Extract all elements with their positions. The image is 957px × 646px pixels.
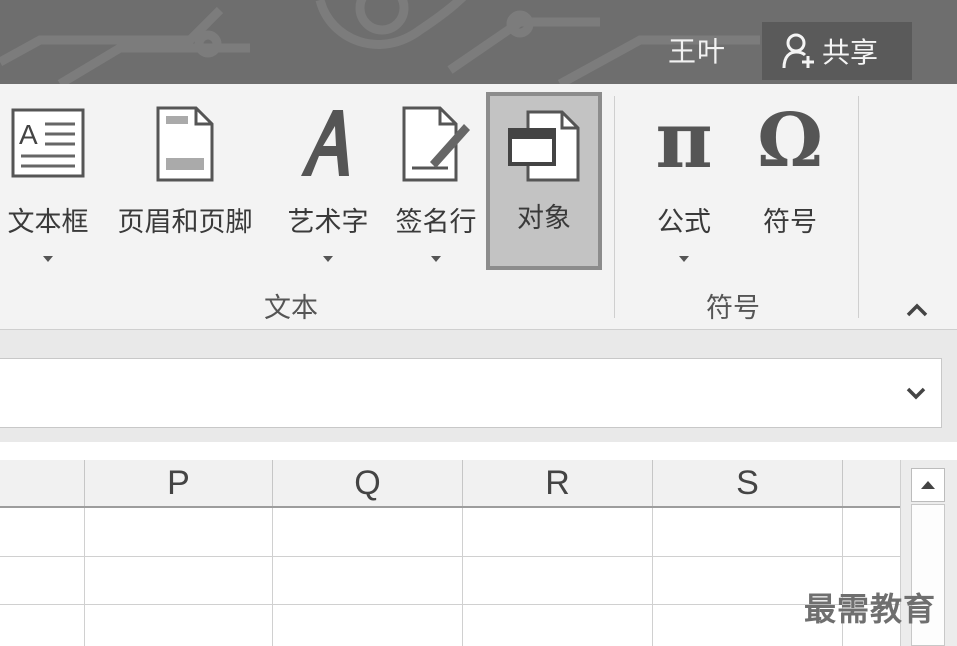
user-name[interactable]: 王叶 [668,30,726,70]
wordart-button[interactable]: 艺术字 [276,94,380,274]
scroll-up-button[interactable] [911,468,945,502]
signature-line-label: 签名行 [395,207,477,238]
column-headers: O P Q R S [0,460,900,508]
share-button[interactable]: 共享 [762,22,912,80]
formula-bar-area [0,330,957,442]
omega-icon: Ω [757,98,823,184]
column-header-o[interactable]: O [0,460,84,506]
textbox-button[interactable]: A 文本框 [0,94,96,274]
insert-ribbon: A 文本框 页眉和页脚 艺术字 签名行 对象 文本 π 公式 Ω 符号 符号 [0,84,957,330]
wordart-dropdown-arrow [323,256,333,262]
column-header-q[interactable]: Q [272,460,462,506]
equation-label: 公式 [657,207,711,238]
object-label: 对象 [517,203,571,234]
header-footer-button[interactable]: 页眉和页脚 [104,94,266,274]
formula-input[interactable] [0,358,942,428]
textbox-label: 文本框 [7,207,89,238]
add-person-icon [782,33,814,69]
signature-line-dropdown-arrow [431,256,441,262]
pi-icon: π [655,95,713,186]
object-button[interactable]: 对象 [486,92,602,270]
svg-text:A: A [19,119,38,150]
column-header-next[interactable] [842,460,900,506]
equation-button[interactable]: π 公式 [636,94,732,274]
object-icon [508,110,580,182]
wordart-icon [301,110,349,176]
group-separator [858,96,859,318]
column-header-p[interactable]: P [84,460,272,506]
chevron-up-icon[interactable] [902,296,932,324]
text-group-label: 文本 [264,293,318,324]
header-footer-label: 页眉和页脚 [117,207,253,238]
symbol-label: 符号 [763,207,817,238]
symbols-group-label: 符号 [706,293,760,324]
title-bar: 王叶 共享 [0,0,957,84]
column-header-s[interactable]: S [652,460,842,506]
signature-line-button[interactable]: 签名行 [386,94,486,274]
textbox-dropdown-arrow [43,256,53,262]
header-footer-icon [156,106,214,182]
cell[interactable] [653,508,841,556]
equation-dropdown-arrow [679,256,689,262]
cell[interactable] [463,508,651,556]
signature-line-icon [402,106,470,182]
cell[interactable] [273,508,461,556]
wordart-label: 艺术字 [287,207,369,238]
cell-grid[interactable] [0,508,900,646]
triangle-up-icon [921,481,935,489]
cell[interactable] [85,508,271,556]
column-header-r[interactable]: R [462,460,652,506]
symbol-button[interactable]: Ω 符号 [742,94,838,274]
textbox-icon: A [11,108,85,178]
group-separator [614,96,615,318]
share-label: 共享 [822,36,879,69]
chevron-down-icon[interactable] [902,380,930,406]
watermark-text: 最需教育 [804,590,937,628]
